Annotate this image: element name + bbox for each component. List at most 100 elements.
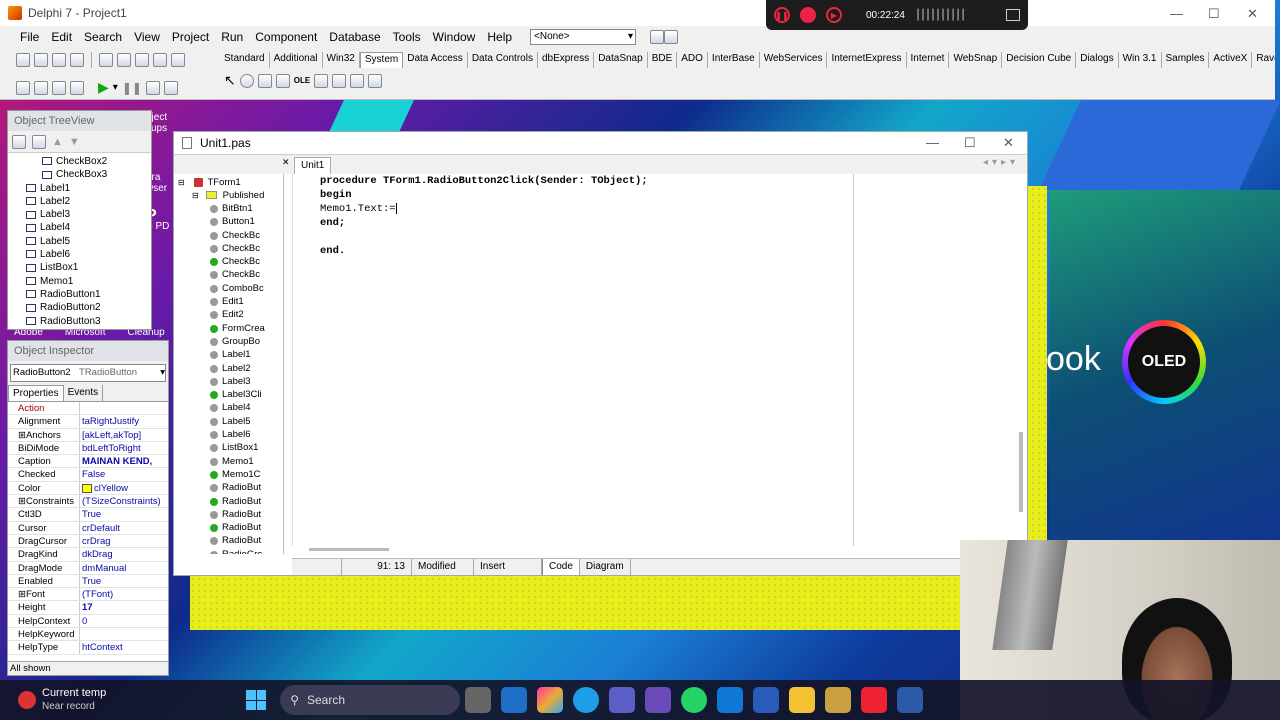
menu-tools[interactable]: Tools xyxy=(387,30,427,44)
palette-tab[interactable]: Rave xyxy=(1252,52,1275,68)
palette-tab[interactable]: ActiveX xyxy=(1209,52,1253,68)
screenshot-icon[interactable] xyxy=(1006,9,1020,21)
weather-widget[interactable]: Current temp Near record xyxy=(18,687,106,713)
property-value[interactable]: bdLeftToRight xyxy=(80,442,168,454)
tab-events[interactable]: Events xyxy=(64,385,104,401)
copilot-icon[interactable] xyxy=(537,687,564,713)
collapse-icon[interactable]: ⊟ xyxy=(178,176,185,189)
delphi-taskbar-icon[interactable] xyxy=(825,687,852,713)
explorer-root[interactable]: ⊟ TForm1 xyxy=(174,176,283,189)
app-icon[interactable] xyxy=(645,687,672,713)
property-row[interactable]: Color clYellow xyxy=(8,481,168,496)
vertical-scrollbar[interactable] xyxy=(1019,432,1023,512)
palette-tab[interactable]: ADO xyxy=(677,52,708,68)
explorer-member[interactable]: GroupBo xyxy=(174,335,283,348)
editor-maximize-button[interactable]: ☐ xyxy=(964,135,976,151)
word-icon[interactable] xyxy=(897,687,924,713)
tab-unit1[interactable]: Unit1 xyxy=(294,157,332,174)
property-row[interactable]: HelpContext 0 xyxy=(8,614,168,629)
property-row[interactable]: ⊞Font (TFont) xyxy=(8,588,168,602)
whatsapp-icon[interactable] xyxy=(681,687,708,713)
property-value[interactable]: crDefault xyxy=(80,522,168,534)
property-row[interactable]: Checked False xyxy=(8,468,168,482)
palette-tab[interactable]: Dialogs xyxy=(1076,52,1119,68)
explorer-member[interactable]: Memo1C xyxy=(174,468,283,481)
property-value[interactable]: 0 xyxy=(80,615,168,627)
explorer-member[interactable]: RadioGrc xyxy=(174,548,283,554)
save-desktop-icon[interactable] xyxy=(650,30,665,44)
delete-item-icon[interactable] xyxy=(32,134,46,149)
menu-help[interactable]: Help xyxy=(481,30,518,44)
menu-project[interactable]: Project xyxy=(166,30,215,44)
new-icon[interactable] xyxy=(16,53,30,67)
property-value[interactable]: crDrag xyxy=(80,535,168,547)
editor-minimize-button[interactable]: — xyxy=(926,135,939,150)
toggle-form-unit-icon[interactable] xyxy=(52,80,66,95)
run-icon[interactable]: ▶ xyxy=(98,79,109,96)
explorer-member[interactable]: Memo1 xyxy=(174,455,283,468)
property-row[interactable]: ⊞Anchors [akLeft,akTop] xyxy=(8,428,168,442)
treeview-item[interactable]: Label4 xyxy=(8,221,151,234)
move-down-icon[interactable]: ▼ xyxy=(69,136,80,148)
property-row[interactable]: Caption MAINAN KEND, xyxy=(8,455,168,469)
explorer-member[interactable]: Edit2 xyxy=(174,308,283,321)
explorer-member[interactable]: Label1 xyxy=(174,348,283,361)
property-row[interactable]: ⊞Constraints (TSizeConstraints) xyxy=(8,495,168,509)
property-row[interactable]: BiDiMode bdLeftToRight xyxy=(8,441,168,456)
explorer-member[interactable]: RadioBut xyxy=(174,508,283,521)
property-row[interactable]: Cursor crDefault xyxy=(8,521,168,535)
visio-icon[interactable] xyxy=(753,687,780,713)
explorer-member[interactable]: RadioBut xyxy=(174,534,283,547)
explorer-member[interactable]: RadioBut xyxy=(174,521,283,534)
teams-icon[interactable] xyxy=(609,687,636,713)
remove-file-icon[interactable] xyxy=(153,53,167,67)
new-form-icon[interactable] xyxy=(70,80,84,95)
open-icon[interactable] xyxy=(34,53,48,67)
code-area[interactable]: procedure TForm1.RadioButton2Click(Sende… xyxy=(292,174,853,546)
palette-tab[interactable]: Decision Cube xyxy=(1002,52,1077,68)
explorer-member[interactable]: CheckBc xyxy=(174,229,283,242)
explorer-member[interactable]: ComboBc xyxy=(174,282,283,295)
menu-view[interactable]: View xyxy=(128,30,166,44)
tab-diagram[interactable]: Diagram xyxy=(580,559,631,575)
move-up-icon[interactable]: ▲ xyxy=(52,136,63,148)
menu-edit[interactable]: Edit xyxy=(45,30,78,44)
treeview-item[interactable]: CheckBox3 xyxy=(8,168,151,181)
property-value[interactable]: dmManual xyxy=(80,562,168,574)
minimize-button[interactable]: — xyxy=(1170,6,1183,21)
treeview-item[interactable]: Label6 xyxy=(8,248,151,261)
palette-tab[interactable]: InternetExpress xyxy=(827,52,907,68)
play-icon[interactable]: ▶ xyxy=(826,7,842,23)
task-view-icon[interactable] xyxy=(465,687,492,713)
explorer-member[interactable]: Label3 xyxy=(174,375,283,388)
explorer-member[interactable]: Label5 xyxy=(174,415,283,428)
property-value[interactable]: True xyxy=(80,508,168,520)
property-row[interactable]: Height 17 xyxy=(8,601,168,615)
property-value[interactable]: taRightJustify xyxy=(80,415,168,427)
explorer-member[interactable]: Edit1 xyxy=(174,295,283,308)
palette-tab[interactable]: WebServices xyxy=(760,52,828,68)
add-file-icon[interactable] xyxy=(135,53,149,67)
treeview-item[interactable]: RadioButton2 xyxy=(8,301,151,314)
tab-code[interactable]: Code xyxy=(542,559,580,575)
stop-record-icon[interactable] xyxy=(800,7,816,23)
menu-component[interactable]: Component xyxy=(249,30,323,44)
explorer-member[interactable]: Label3Cli xyxy=(174,388,283,401)
property-row[interactable]: Enabled True xyxy=(8,574,168,589)
palette-tab[interactable]: System xyxy=(359,52,404,68)
palette-tab[interactable]: BDE xyxy=(648,52,678,68)
close-tab-icon[interactable]: ✕ xyxy=(282,157,290,168)
property-value[interactable]: htContext xyxy=(80,641,168,653)
open-dropdown-icon[interactable] xyxy=(52,53,66,67)
explorer-member[interactable]: RadioBut xyxy=(174,495,283,508)
menu-file[interactable]: File xyxy=(14,30,45,44)
pointer-icon[interactable]: ↖ xyxy=(224,72,236,89)
property-value[interactable]: dkDrag xyxy=(80,548,168,560)
taskbar-search[interactable]: ⚲ Search xyxy=(280,685,461,715)
timer-icon[interactable] xyxy=(239,73,254,88)
collapse-icon[interactable]: ⊟ xyxy=(192,189,199,202)
property-value[interactable]: MAINAN KEND, xyxy=(80,455,168,467)
explorer-member[interactable]: CheckBc xyxy=(174,255,283,268)
treeview-item[interactable]: Label1 xyxy=(8,182,151,195)
property-row[interactable]: HelpType htContext xyxy=(8,641,168,655)
